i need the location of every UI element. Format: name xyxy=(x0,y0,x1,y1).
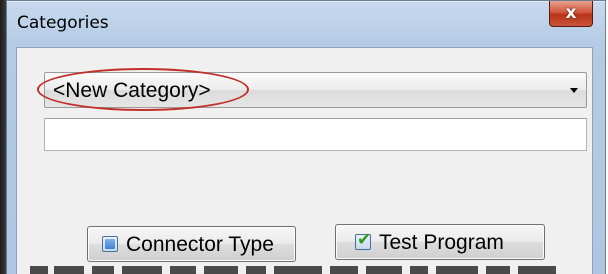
dialog-client-area: <New Category> Connector Type ✔ Test Pro… xyxy=(16,47,593,274)
connector-type-checkbox-icon xyxy=(102,236,118,252)
category-name-field[interactable] xyxy=(44,118,587,151)
category-dropdown-value: <New Category> xyxy=(53,79,211,102)
test-program-button[interactable]: ✔ Test Program xyxy=(335,224,545,260)
dropdown-arrow-icon[interactable] xyxy=(570,88,578,93)
test-program-checkbox-icon: ✔ xyxy=(355,230,372,250)
close-icon: x xyxy=(565,3,577,23)
checkbox-fill-indicator xyxy=(105,239,115,249)
category-dropdown[interactable]: <New Category> xyxy=(44,72,587,108)
categories-window: Categories x <New Category> Connector Ty… xyxy=(6,0,606,274)
test-program-label: Test Program xyxy=(379,231,504,254)
connector-type-button[interactable]: Connector Type xyxy=(87,226,296,262)
cropped-text-fragment xyxy=(30,262,586,274)
connector-type-label: Connector Type xyxy=(126,233,274,256)
screenshot-stage: Categories x <New Category> Connector Ty… xyxy=(0,0,608,274)
window-title: Categories xyxy=(17,13,109,33)
close-button[interactable]: x xyxy=(549,1,593,27)
title-bar[interactable]: Categories x xyxy=(7,1,605,47)
checkmark-icon: ✔ xyxy=(357,230,372,250)
